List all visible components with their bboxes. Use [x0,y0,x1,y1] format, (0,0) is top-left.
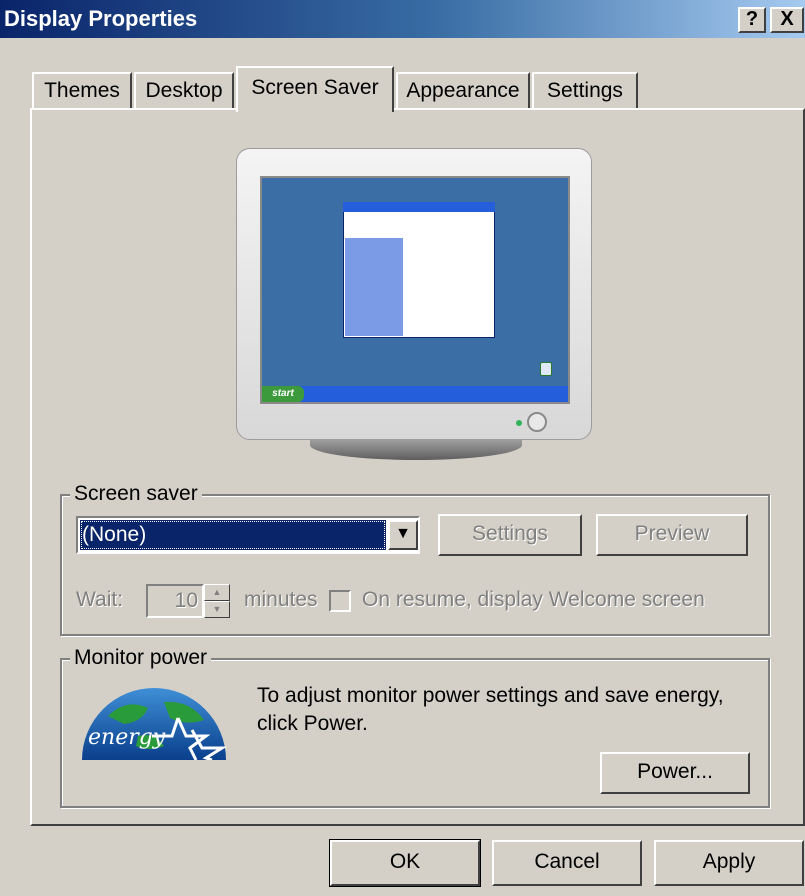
preview-taskbar [262,386,568,402]
tab-settings[interactable]: Settings [532,72,638,110]
resume-welcome-label: On resume, display Welcome screen [362,588,705,611]
apply-button[interactable]: Apply [654,840,804,886]
wait-minutes-input[interactable]: 10 [146,584,204,618]
screen-saver-group-label: Screen saver [70,482,202,506]
wait-label: Wait: [76,588,124,611]
settings-button[interactable]: Settings [438,514,582,556]
power-button[interactable]: Power... [600,752,750,794]
preview-mini-sidebar [345,238,403,336]
preview-start-button: start [262,386,304,402]
tab-desktop[interactable]: Desktop [134,72,234,110]
spin-up-icon[interactable]: ▲ [204,584,230,601]
tab-themes[interactable]: Themes [32,72,132,110]
power-led-icon [516,420,522,426]
energy-star-logo-icon: energy [82,688,228,760]
help-button[interactable]: ? [738,7,766,33]
monitor-power-description-line2: click Power. [257,712,368,735]
tab-screen-saver[interactable]: Screen Saver [236,66,394,112]
close-button[interactable]: X [770,7,804,33]
monitor-power-description-line1: To adjust monitor power settings and sav… [257,684,724,707]
preview-mini-titlebar [343,202,495,212]
monitor-power-group-label: Monitor power [70,646,212,670]
energy-logo-text: energy [88,725,166,750]
tab-appearance[interactable]: Appearance [396,72,530,110]
screen-saver-selected-value[interactable]: (None) [80,520,386,550]
minutes-label: minutes [244,588,318,611]
preview-button[interactable]: Preview [596,514,748,556]
ok-button[interactable]: OK [329,839,481,887]
window-title: Display Properties [4,6,198,31]
recycle-bin-icon [540,362,552,376]
resume-welcome-checkbox[interactable] [329,590,351,612]
spin-down-icon[interactable]: ▼ [204,601,230,618]
dropdown-arrow-icon[interactable]: ▼ [388,520,418,550]
cancel-button[interactable]: Cancel [492,840,642,886]
monitor-power-knob-icon [527,412,547,432]
